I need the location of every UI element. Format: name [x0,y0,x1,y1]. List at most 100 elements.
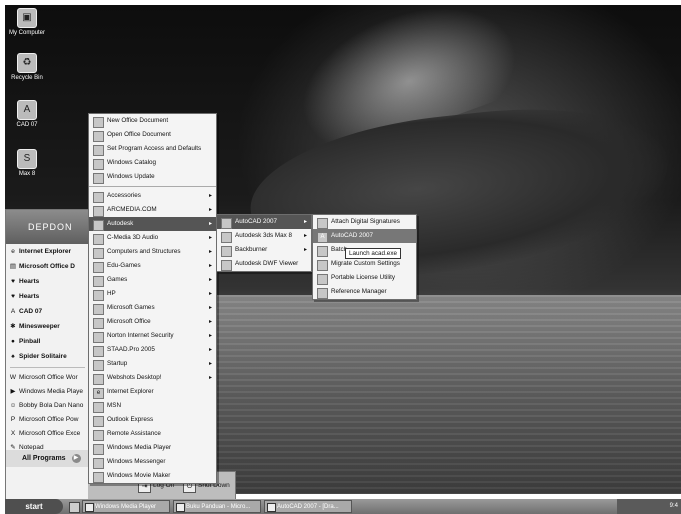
menu-item[interactable]: MSN [89,399,216,413]
system-tray: 9:4 [617,499,681,514]
pinned-item[interactable]: ♠ Spider Solitaire [6,349,89,364]
menu-item-autocad[interactable]: AutoCAD 2007 ▸ [217,215,311,229]
recent-item[interactable]: ☺ Bobby Bola Dan Nano [6,399,89,413]
folder-icon [93,360,104,371]
menu-item[interactable]: e Internet Explorer [89,385,216,399]
folder-icon [221,246,232,257]
powerpoint-icon: P [10,416,16,423]
submenu-arrow-icon: ▸ [208,207,212,213]
menu-item[interactable]: Open Office Document [89,128,216,142]
pinned-item[interactable]: ▤ Microsoft Office D [6,259,89,274]
menu-item[interactable]: Windows Update [89,170,216,184]
desktop-icon-label: My Computer [8,30,45,36]
all-programs-button[interactable]: All Programs ▶ [6,450,89,467]
menu-item[interactable]: STAAD.Pro 2005 ▸ [89,343,216,357]
submenu-arrow-icon: ▸ [303,219,307,225]
msn-icon [93,402,104,413]
desktop-icon-my-computer[interactable]: ▣ My Computer [7,8,47,36]
menu-item[interactable]: Norton Internet Security ▸ [89,329,216,343]
menu-item[interactable]: Webshots Desktop! ▸ [89,371,216,385]
menu-item[interactable]: Windows Movie Maker [89,469,216,483]
pinned-item[interactable]: ● Pinball [6,334,89,349]
settings-icon [93,145,104,156]
submenu-arrow-icon: ▸ [208,291,212,297]
submenu-arrow-icon: ▸ [303,247,307,253]
recent-item[interactable]: ▶ Windows Media Playe [6,385,89,399]
menu-item[interactable]: Autodesk DWF Viewer [217,257,311,271]
desktop-icon-label: Recycle Bin [11,75,43,81]
start-button[interactable]: start [5,499,63,514]
menu-item[interactable]: New Office Document [89,114,216,128]
spider-icon: ♠ [11,353,15,360]
folder-icon [221,232,232,243]
minesweeper-icon: ✱ [10,323,16,330]
ie-icon: e [11,248,15,255]
desktop-icon-cad[interactable]: A CAD 07 [7,100,47,128]
menu-item[interactable]: Microsoft Office ▸ [89,315,216,329]
desktop-icon-label: Max 8 [18,171,36,177]
desktop-icon-recycle-bin[interactable]: ♻ Recycle Bin [7,53,47,81]
arrow-right-icon: ▶ [71,453,81,463]
pinned-item[interactable]: ♥ Hearts [6,274,89,289]
word-icon: W [9,374,17,381]
autocad-icon [267,503,276,512]
taskbar-button[interactable]: Windows Media Player [82,500,170,513]
pinned-item[interactable]: e Internet Explorer [6,244,89,259]
submenu-arrow-icon: ▸ [208,249,212,255]
menu-item[interactable]: Attach Digital Signatures [313,215,416,229]
menu-item[interactable]: Microsoft Games ▸ [89,301,216,315]
menu-item[interactable]: Set Program Access and Defaults [89,142,216,156]
taskbar-button[interactable]: Buku Panduan - Micro... [173,500,261,513]
submenu-arrow-icon: ▸ [208,193,212,199]
quick-launch-icon[interactable] [69,502,80,513]
divider [10,367,85,368]
menu-item[interactable]: Backburner ▸ [217,243,311,257]
mail-icon [93,416,104,427]
folder-icon [93,206,104,217]
start-menu-panel: DEPDON e Internet Explorer ▤ Microsoft Off… [5,209,90,501]
menu-item[interactable]: HP ▸ [89,287,216,301]
folder-icon [93,192,104,203]
pinned-item[interactable]: ♥ Hearts [6,289,89,304]
menu-item[interactable]: Startup ▸ [89,357,216,371]
submenu-arrow-icon: ▸ [208,277,212,283]
menu-item[interactable]: Remote Assistance [89,427,216,441]
submenu-arrow-icon: ▸ [208,333,212,339]
menu-item-autocad-2007[interactable]: A AutoCAD 2007 [313,229,416,243]
menu-item[interactable]: Games ▸ [89,273,216,287]
menu-item[interactable]: Outlook Express [89,413,216,427]
catalog-icon [93,159,104,170]
menu-item[interactable]: ARCMEDIA.COM ▸ [89,203,216,217]
menu-item[interactable]: C-Media 3D Audio ▸ [89,231,216,245]
menu-item[interactable]: Edu-Games ▸ [89,259,216,273]
pinned-item[interactable]: ✱ Minesweeper [6,319,89,334]
menu-item[interactable]: Autodesk 3ds Max 8 ▸ [217,229,311,243]
menu-item[interactable]: Windows Messenger [89,455,216,469]
menu-item[interactable]: Portable License Utility [313,271,416,285]
desktop-icon-max[interactable]: S Max 8 [7,149,47,177]
submenu-arrow-icon: ▸ [208,235,212,241]
folder-icon [93,248,104,259]
menu-item[interactable]: Windows Catalog [89,156,216,170]
movie-maker-icon [93,472,104,483]
folder-icon [93,290,104,301]
recent-item[interactable]: P Microsoft Office Pow [6,413,89,427]
recent-item[interactable]: X Microsoft Office Exce [6,427,89,441]
menu-item[interactable]: Accessories ▸ [89,189,216,203]
menu-item[interactable]: Reference Manager [313,285,416,299]
divider [89,186,216,187]
office-open-icon [93,131,104,142]
taskbar-button[interactable]: AutoCAD 2007 - [Dra... [264,500,352,513]
desktop-icon-label: CAD 07 [16,122,38,128]
hearts-icon: ♥ [11,293,15,300]
menu-item-autodesk[interactable]: Autodesk ▸ [89,217,216,231]
menu-item[interactable]: Computers and Structures ▸ [89,245,216,259]
menu-item[interactable]: Windows Media Player [89,441,216,455]
help-icon [93,430,104,441]
batch-icon [317,246,328,257]
recent-item[interactable]: W Microsoft Office Wor [6,371,89,385]
taskbar: start Windows Media Player Buku Panduan … [5,499,681,514]
pinball-icon: ● [11,338,15,345]
pinned-item[interactable]: A CAD 07 [6,304,89,319]
menu-item[interactable]: Migrate Custom Settings [313,257,416,271]
